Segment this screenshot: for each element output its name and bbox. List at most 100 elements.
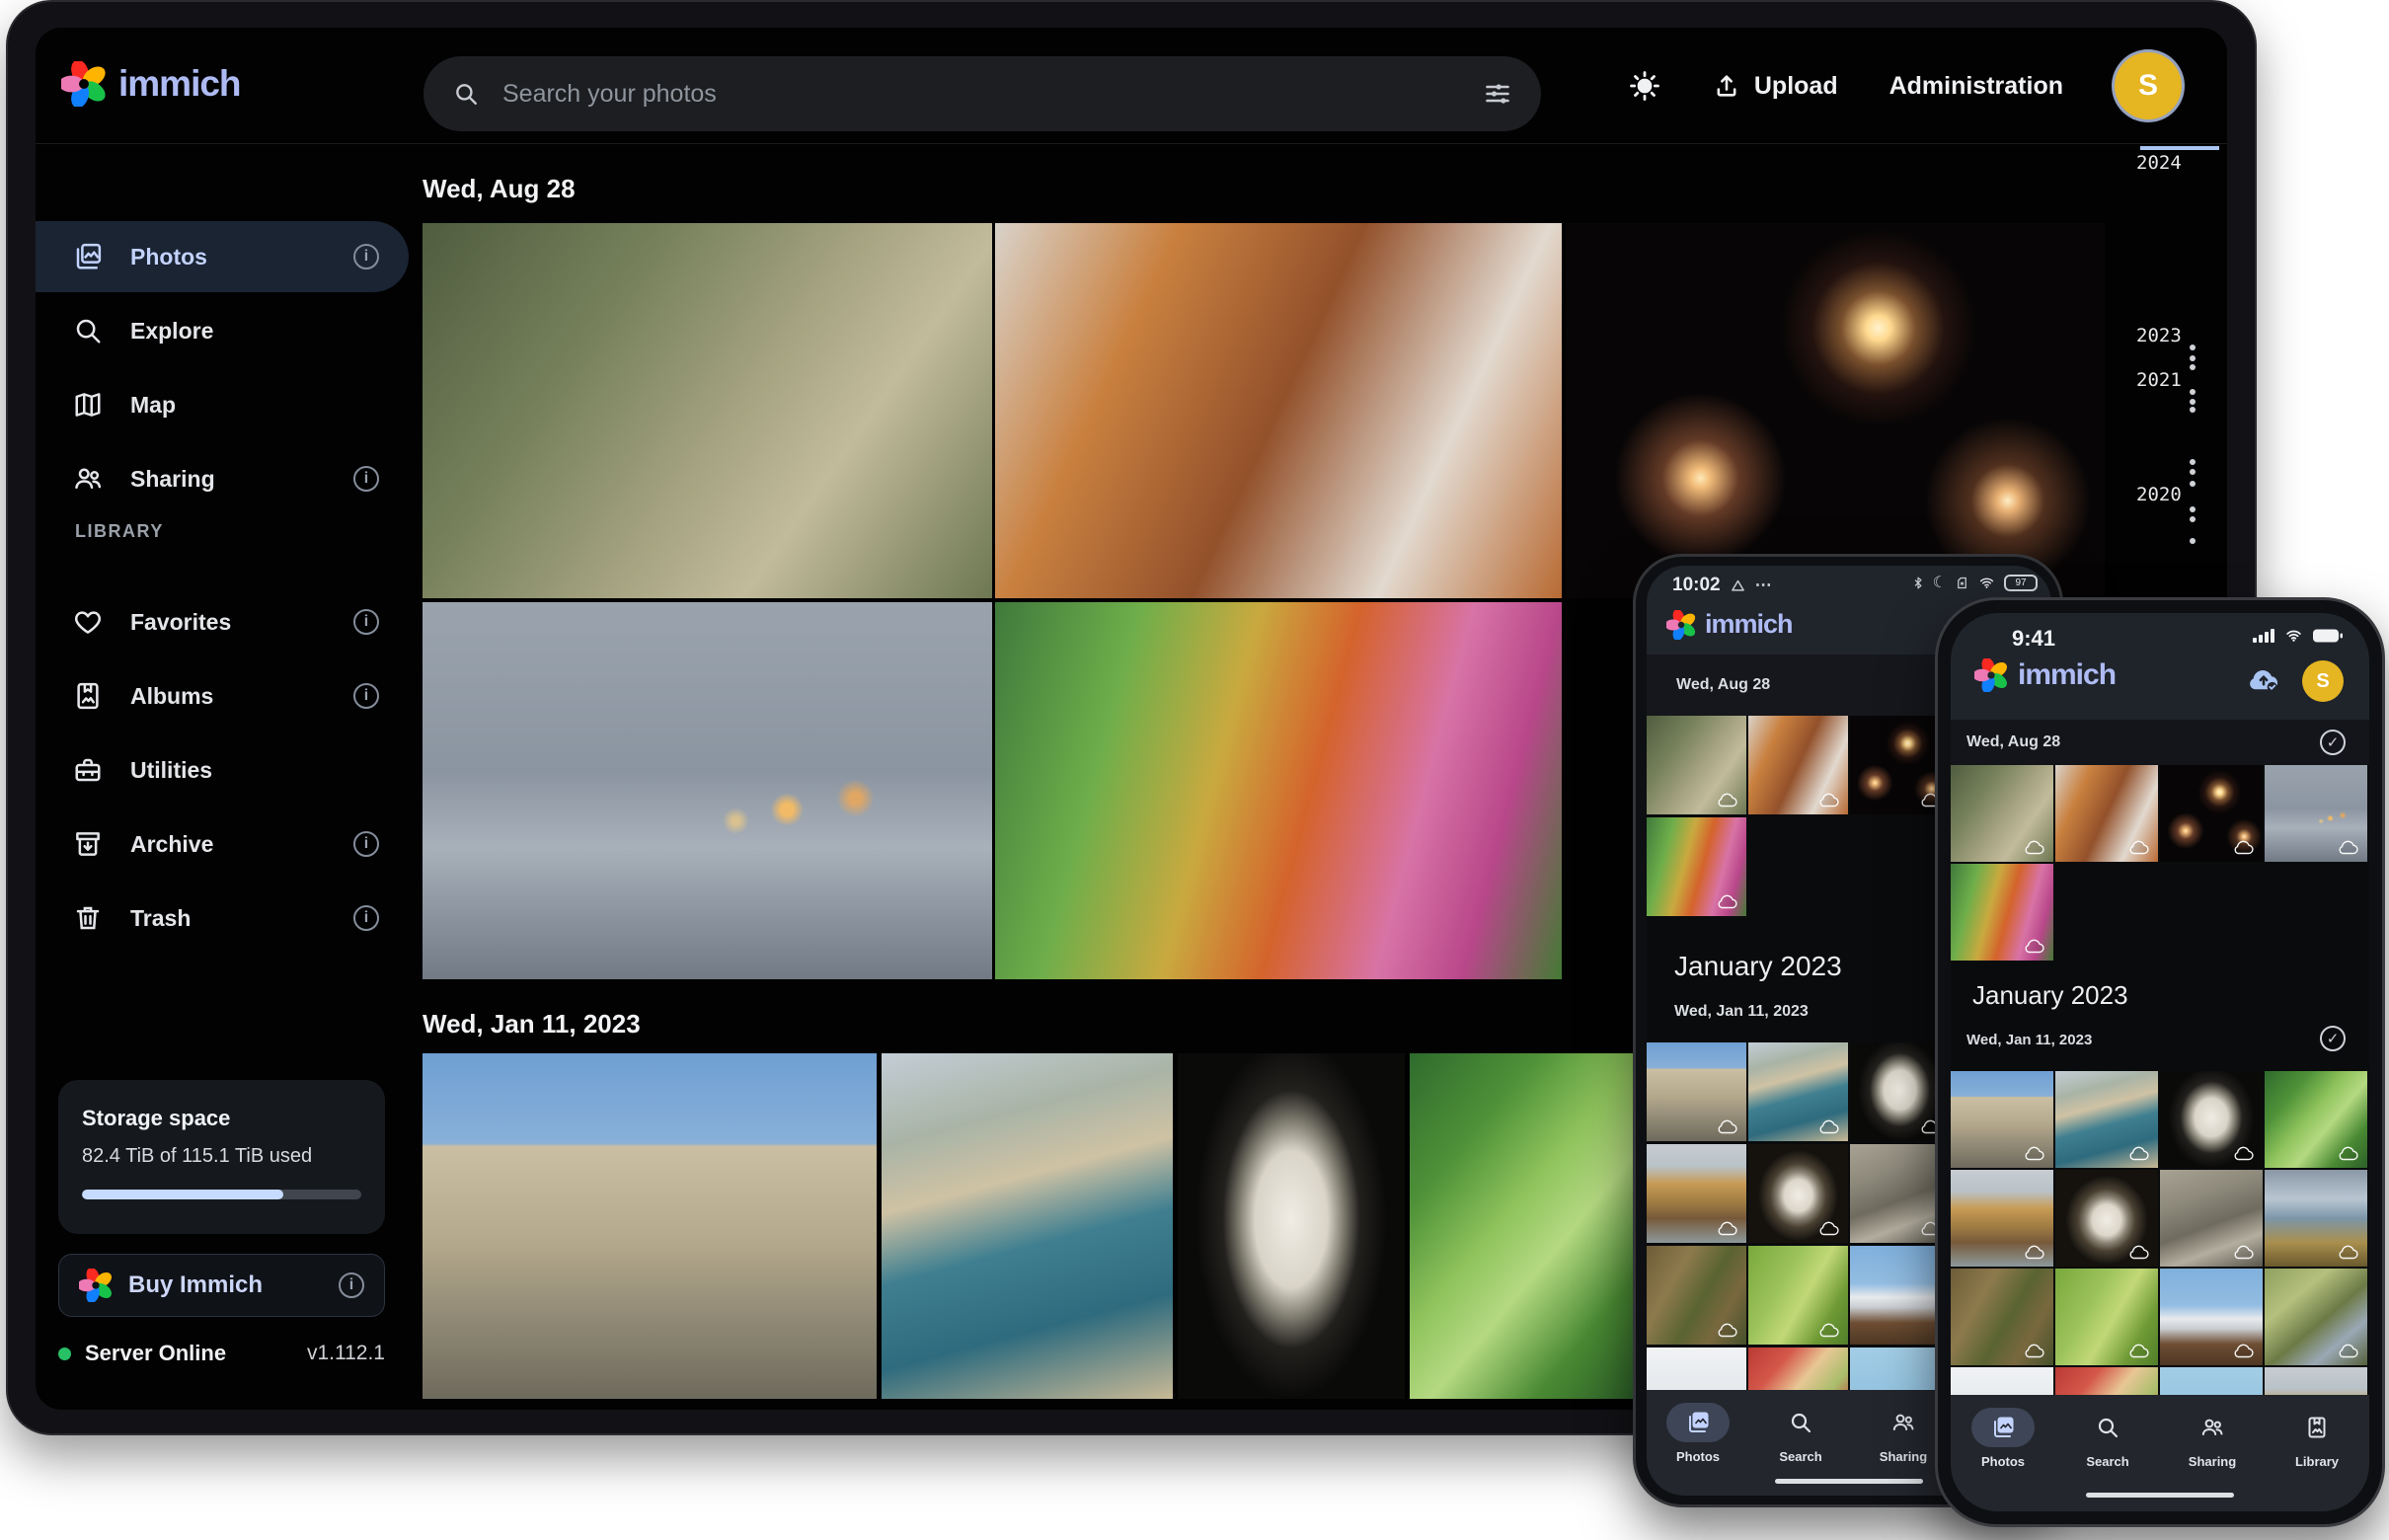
phone1-month-header: January 2023 [1674,951,1842,982]
sidebar-item-explore[interactable]: Explore [36,295,409,366]
more-notifications-icon: ⋯ [1755,576,1772,595]
app-logo[interactable]: immich [61,61,241,107]
info-icon[interactable]: i [353,905,379,931]
scrubber-position-line[interactable] [2140,146,2219,150]
thumb-lizard2[interactable] [2055,1269,2158,1365]
cloud-synced-icon [1817,1117,1841,1135]
filter-tune-icon[interactable] [1484,80,1511,108]
scrubber-year[interactable]: 2023 [2136,325,2182,346]
photo-coast[interactable] [882,1053,1173,1399]
nav-photos[interactable]: Photos [1951,1395,2055,1511]
info-icon[interactable]: i [353,244,379,270]
scrubber-year[interactable]: 2024 [2136,152,2182,174]
thumb-fireworks[interactable] [2160,765,2263,862]
immich-ios-app: 9:41 immich S Wed, Aug 28 ✓ [1951,613,2369,1511]
info-icon[interactable]: i [339,1272,364,1298]
select-all-check-icon[interactable]: ✓ [2320,730,2346,755]
pill [1872,1403,1935,1442]
thumb-ornate[interactable] [2265,1170,2367,1267]
archive-icon [73,829,103,859]
storage-space-card: Storage space 82.4 TiB of 115.1 TiB used [58,1080,385,1234]
thumb-coast[interactable] [2055,1071,2158,1168]
check-glyph: ✓ [2327,733,2340,751]
photo-dinner[interactable] [995,223,1562,598]
wifi-icon [1977,576,1996,590]
thumb-cliff[interactable] [1951,1170,2053,1267]
search-bar[interactable] [424,56,1541,131]
sidebar-item-favorites[interactable]: Favorites i [36,586,409,657]
thumb-ruins[interactable] [2160,1170,2263,1267]
info-icon[interactable]: i [353,831,379,857]
thumb-church[interactable] [2160,1269,2263,1365]
nav-library[interactable]: Library [2265,1395,2369,1511]
thumb-park[interactable] [1951,864,2053,961]
thumb-lizard2[interactable] [1748,1246,1848,1345]
photo-zoo[interactable] [423,223,992,598]
photo-bust[interactable] [1178,1053,1405,1399]
albums-icon [73,681,103,711]
sidebar-item-map[interactable]: Map [36,369,409,440]
thumb-zoo[interactable] [1647,716,1746,814]
thumb-park[interactable] [1647,817,1746,916]
cloud-synced-icon [2337,1144,2360,1162]
administration-link[interactable]: Administration [1889,72,2063,101]
user-avatar[interactable]: S [2302,660,2344,702]
buy-immich-button[interactable]: Buy Immich i [58,1254,385,1317]
thumb-wall[interactable] [1647,1042,1746,1141]
thumb-village[interactable] [2265,1269,2367,1365]
thumb-cliff[interactable] [1647,1144,1746,1243]
sidebar-item-archive[interactable]: Archive i [36,808,409,880]
sidebar-item-trash[interactable]: Trash i [36,883,409,954]
thumb-hands[interactable] [2265,765,2367,862]
photo-hands[interactable] [423,602,992,979]
cloud-synced-icon [2023,1144,2046,1162]
sidebar-item-utilities[interactable]: Utilities [36,734,409,806]
search-input[interactable] [502,80,1460,109]
photo-fireworks[interactable] [1566,223,2105,598]
home-indicator-bar[interactable] [2086,1493,2234,1498]
gesture-home-bar[interactable] [1775,1479,1923,1484]
thumb-bust[interactable] [2160,1071,2263,1168]
sidebar-item-albums[interactable]: Albums i [36,660,409,732]
thumb-coast[interactable] [1748,1042,1848,1141]
user-avatar[interactable]: S [2115,52,2182,119]
photo-fortress-wall[interactable] [423,1053,877,1399]
theme-toggle-sun-icon[interactable] [1628,69,1661,103]
sidebar-item-sharing[interactable]: Sharing i [36,443,409,514]
phone1-clock: 10:02 [1672,575,1721,596]
photo-berries[interactable] [1410,1053,1637,1399]
utilities-toolbox-icon [73,755,103,785]
sidebar-label: Archive [130,831,213,858]
scrubber-year[interactable]: 2021 [2136,369,2182,391]
scrubber-year[interactable]: 2020 [2136,484,2182,505]
info-icon[interactable]: i [353,609,379,635]
thumb-bust2[interactable] [1748,1144,1848,1243]
heart-icon [73,607,103,637]
thumb-zoo[interactable] [1951,765,2053,862]
scrubber-dot [2190,481,2196,487]
cloud-sync-icon[interactable] [2245,664,2282,694]
thumb-lizard[interactable] [1647,1246,1746,1345]
thumb-berries[interactable] [2265,1071,2367,1168]
date-text: Wed, Aug 28 [1676,676,1770,694]
thumb-dinner[interactable] [1748,716,1848,814]
thumb-dinner[interactable] [2055,765,2158,862]
info-icon[interactable]: i [353,466,379,492]
thumb-wall[interactable] [1951,1071,2053,1168]
nav-photos[interactable]: Photos [1647,1390,1749,1496]
cloud-synced-icon [1817,791,1841,808]
immich-flower-icon [61,61,107,107]
thumb-bust2[interactable] [2055,1170,2158,1267]
select-all-check-icon[interactable]: ✓ [2320,1026,2346,1051]
storage-progress-track [82,1190,361,1199]
upload-button[interactable]: Upload [1713,72,1838,101]
sidebar-item-photos[interactable]: Photos i [36,221,409,292]
info-icon[interactable]: i [353,683,379,709]
sharing-people-icon [2200,1416,2224,1439]
cloud-synced-icon [2232,1342,2256,1359]
nav-label: Search [2086,1454,2128,1469]
photo-park[interactable] [995,602,1562,979]
cloud-synced-icon [2337,1243,2360,1261]
thumb-lizard[interactable] [1951,1269,2053,1365]
storage-progress-fill [82,1190,283,1199]
